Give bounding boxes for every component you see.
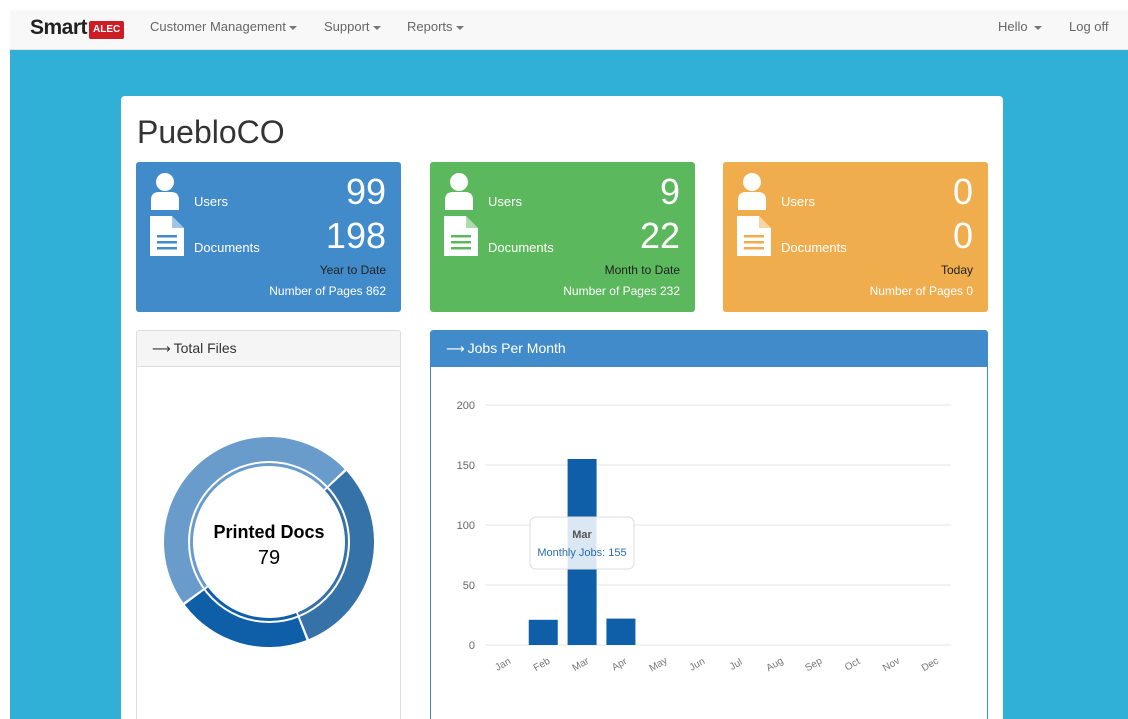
x-tick-label: Oct <box>843 656 862 673</box>
app-frame: Smart ALEC Customer Management Support R… <box>10 10 1128 719</box>
stat-box-today: Users 0 Documents 0 Today Number of Page… <box>723 162 988 312</box>
pages-count: Number of Pages 0 <box>869 284 973 298</box>
donut-center-value: 79 <box>258 547 280 569</box>
chart-tooltip: Mar Monthly Jobs: 155 <box>529 516 635 570</box>
caret-down-icon <box>372 25 381 30</box>
donut-slice-0[interactable] <box>297 471 374 640</box>
documents-count: 0 <box>952 215 973 256</box>
users-label: Users <box>194 194 228 209</box>
y-tick-label: 150 <box>457 460 475 472</box>
arrow-right-icon: ⟶ <box>152 342 171 357</box>
logoff-link[interactable]: Log off <box>1069 19 1109 34</box>
stat-box-year: Users 99 Documents 198 Year to Date Numb… <box>136 162 401 312</box>
user-icon <box>738 173 766 210</box>
nav-customer-management-label: Customer Management <box>150 19 286 34</box>
jobs-per-month-title: Jobs Per Month <box>467 340 566 356</box>
jobs-per-month-card: ⟶ Jobs Per Month 0 50 100 150 200 Jan Feb Mar Ap… <box>430 330 988 719</box>
x-tick-label: Apr <box>610 656 630 674</box>
tooltip-title: Mar <box>572 529 592 541</box>
caret-down-icon <box>288 25 297 30</box>
document-icon <box>150 216 184 256</box>
navbar: Smart ALEC Customer Management Support R… <box>10 10 1128 50</box>
y-tick-label: 200 <box>457 400 475 412</box>
y-tick-label: 50 <box>463 580 475 592</box>
document-icon <box>444 216 478 256</box>
x-tick-label: Jul <box>728 657 745 673</box>
y-tick-label: 100 <box>457 520 475 532</box>
users-label: Users <box>488 194 522 209</box>
x-tick-label: Sep <box>803 655 824 674</box>
total-files-header: ⟶ Total Files <box>137 331 400 367</box>
users-count: 9 <box>659 171 680 212</box>
arrow-right-icon: ⟶ <box>446 342 465 357</box>
nav-reports-label: Reports <box>407 19 453 34</box>
documents-label: Documents <box>488 240 554 255</box>
users-label: Users <box>781 194 815 209</box>
caret-down-icon <box>1033 25 1042 30</box>
x-tick-label: Dec <box>920 656 941 674</box>
total-files-title: Total Files <box>173 340 237 356</box>
x-tick-label: Mar <box>571 655 592 673</box>
bar-apr[interactable] <box>606 618 636 645</box>
documents-label: Documents <box>781 240 847 255</box>
jobs-bar-chart: 0 50 100 150 200 Jan Feb Mar Apr May Jun Jul Aug Sep… <box>457 400 951 674</box>
period-label: Month to Date <box>604 263 680 277</box>
x-tick-label: Nov <box>881 656 902 674</box>
pages-count: Number of Pages 232 <box>563 284 680 298</box>
user-icon <box>445 173 473 210</box>
total-files-card: ⟶ Total Files Printed Docs 79 <box>136 330 401 719</box>
brand-badge[interactable]: ALEC <box>89 21 125 39</box>
period-label: Today <box>940 263 973 277</box>
brand-logo[interactable]: Smart <box>30 16 88 40</box>
bar-feb[interactable] <box>528 619 558 645</box>
x-tick-label: Aug <box>765 656 786 674</box>
document-icon <box>737 216 771 256</box>
x-tick-label: Jun <box>688 656 707 674</box>
user-icon <box>151 173 179 210</box>
caret-down-icon <box>455 25 464 30</box>
tooltip-value: Monthly Jobs: 155 <box>537 547 626 559</box>
x-tick-label: Feb <box>532 656 553 674</box>
donut-slice-1[interactable] <box>184 587 307 647</box>
period-label: Year to Date <box>319 263 386 277</box>
y-tick-label: 0 <box>469 640 475 652</box>
main-panel: PuebloCO Users 99 Documents 198 Year to … <box>121 96 1003 719</box>
nav-support[interactable]: Support <box>324 19 381 34</box>
documents-label: Documents <box>194 240 260 255</box>
documents-count: 198 <box>325 215 386 256</box>
nav-hello-label: Hello <box>998 19 1028 34</box>
x-tick-label: May <box>648 655 670 674</box>
jobs-per-month-header: ⟶ Jobs Per Month <box>431 331 987 367</box>
nav-support-label: Support <box>324 19 370 34</box>
users-count: 99 <box>345 171 386 212</box>
donut-center-label: Printed Docs <box>213 522 324 542</box>
users-count: 0 <box>952 171 973 212</box>
nav-customer-management[interactable]: Customer Management <box>150 19 297 34</box>
nav-reports[interactable]: Reports <box>407 19 464 34</box>
page-title: PuebloCO <box>137 114 285 150</box>
x-tick-label: Jan <box>493 656 512 674</box>
documents-count: 22 <box>639 215 680 256</box>
stat-box-month: Users 9 Documents 22 Month to Date Numbe… <box>430 162 695 312</box>
pages-count: Number of Pages 862 <box>269 284 386 298</box>
donut-inner-ring <box>188 461 350 623</box>
nav-hello[interactable]: Hello <box>998 19 1042 34</box>
donut-chart: Printed Docs 79 <box>163 436 374 647</box>
